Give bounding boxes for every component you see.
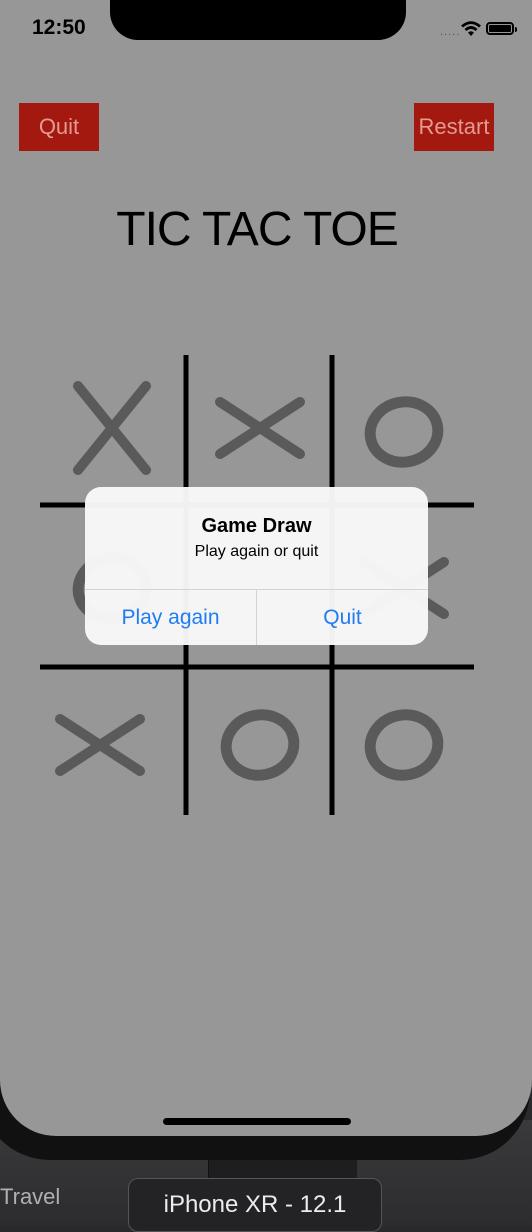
alert-quit-button[interactable]: Quit	[257, 590, 428, 645]
board-cell-1[interactable]	[40, 360, 180, 500]
board-cell-3[interactable]	[335, 360, 475, 500]
board-cell-8[interactable]	[189, 672, 329, 812]
alert-title: Game Draw	[201, 515, 312, 537]
simulator-side-label: Travel	[0, 1184, 61, 1209]
play-again-button[interactable]: Play again	[85, 590, 256, 645]
home-indicator	[163, 1118, 351, 1125]
game-draw-alert: Game Draw Play again or quit Play again …	[85, 487, 428, 645]
device-name-label: iPhone XR - 12.1	[128, 1178, 382, 1232]
phone-screen: 12:50 ..... Quit Restart TIC TAC TOE Gam	[0, 0, 532, 1136]
board-cell-2[interactable]	[189, 360, 329, 500]
board-cell-7[interactable]	[40, 672, 180, 812]
alert-message: Play again or quit	[194, 543, 319, 560]
board-cell-9[interactable]	[335, 672, 475, 812]
